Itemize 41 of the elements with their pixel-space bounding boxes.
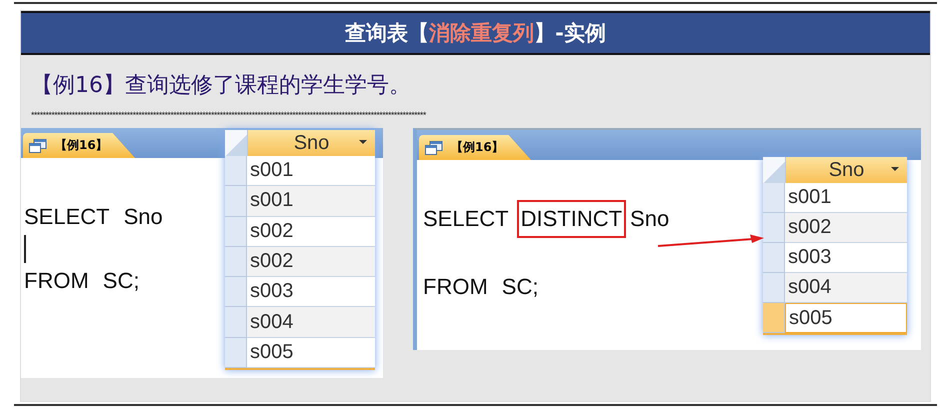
table-cell[interactable]: s001 xyxy=(247,186,375,217)
row-selector[interactable] xyxy=(763,243,785,273)
table-cell[interactable]: s004 xyxy=(247,307,375,338)
row-selector[interactable] xyxy=(225,338,247,368)
sql-keyword: DISTINCT xyxy=(516,200,626,238)
query-tab[interactable]: 【例16】 xyxy=(23,133,135,158)
sql-keyword: FROM xyxy=(423,273,488,301)
table-cell[interactable]: s002 xyxy=(785,213,907,243)
table-cell[interactable]: s004 xyxy=(785,273,907,303)
query-icon xyxy=(29,138,47,152)
row-selector[interactable] xyxy=(225,216,247,247)
select-all-corner[interactable] xyxy=(225,130,248,156)
sql-keyword: Sno xyxy=(124,203,163,231)
query-tab[interactable]: 【例16】 xyxy=(419,135,531,160)
table-cell[interactable]: s002 xyxy=(247,246,375,278)
row-selector[interactable] xyxy=(763,183,785,213)
row-selector[interactable] xyxy=(225,186,247,217)
asterisk-separator: **************************************************************************************************************************************** xyxy=(30,109,426,120)
table-cell[interactable]: s005 xyxy=(785,303,907,333)
slide-title: 查询表【消除重复列】-实例 xyxy=(345,20,606,47)
dropdown-arrow-icon[interactable] xyxy=(359,140,367,144)
table-cell[interactable]: s005 xyxy=(247,338,375,368)
row-selector[interactable] xyxy=(225,307,247,338)
sql-keyword: Sno xyxy=(630,205,670,233)
example-heading: 【例16】查询选修了课程的学生学号。 xyxy=(30,72,411,100)
select-all-corner[interactable] xyxy=(763,157,786,183)
column-header[interactable]: Sno xyxy=(786,157,907,183)
row-selector[interactable] xyxy=(763,273,785,303)
row-selector[interactable] xyxy=(225,246,247,278)
sql-keyword: SELECT xyxy=(423,205,509,233)
sql-keyword: SELECT xyxy=(24,203,110,231)
row-selector[interactable] xyxy=(763,303,785,333)
column-header[interactable]: Sno xyxy=(248,130,375,156)
row-selector[interactable] xyxy=(225,156,247,186)
row-selector[interactable] xyxy=(763,213,785,243)
sql-keyword: FROM xyxy=(24,267,89,295)
dropdown-arrow-icon[interactable] xyxy=(891,167,899,171)
query-icon xyxy=(425,140,443,154)
sql-keyword: SC; xyxy=(502,273,538,301)
sql-keyword: SC; xyxy=(102,267,140,295)
row-selector[interactable] xyxy=(225,277,247,308)
